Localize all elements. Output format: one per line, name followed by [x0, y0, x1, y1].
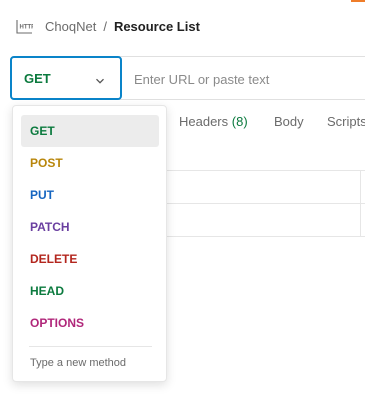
top-accent-bar — [351, 0, 365, 2]
tab-body[interactable]: Body — [274, 114, 304, 129]
table-border-middle — [166, 203, 365, 204]
chevron-down-icon — [95, 74, 105, 84]
url-input[interactable] — [123, 58, 365, 100]
tab-headers-count: (8) — [231, 114, 248, 129]
method-option-put[interactable]: PUT — [21, 179, 159, 211]
method-select[interactable]: GET — [10, 56, 122, 100]
tab-headers[interactable]: Headers (8) — [179, 114, 248, 129]
table-column-divider — [360, 170, 361, 237]
method-option-delete[interactable]: DELETE — [21, 243, 159, 275]
table-border-bottom — [166, 236, 365, 237]
breadcrumb-separator: / — [103, 18, 107, 34]
tab-headers-label: Headers — [179, 114, 229, 129]
method-option-head[interactable]: HEAD — [21, 275, 159, 307]
new-method-input[interactable]: Type a new method — [30, 357, 126, 369]
breadcrumb-parent-link[interactable]: ChoqNet — [45, 19, 96, 34]
tab-scripts[interactable]: Scripts — [327, 114, 365, 129]
breadcrumb: HTTP ChoqNet / Resource List — [16, 16, 200, 36]
breadcrumb-current: Resource List — [113, 18, 200, 34]
method-option-options[interactable]: OPTIONS — [21, 307, 159, 339]
dropdown-divider — [29, 346, 152, 347]
method-option-get[interactable]: GET — [21, 115, 159, 147]
method-select-value: GET — [24, 70, 51, 86]
http-icon: HTTP — [16, 18, 33, 35]
method-option-post[interactable]: POST — [21, 147, 159, 179]
method-dropdown-menu: GET POST PUT PATCH DELETE HEAD OPTIONS T… — [12, 105, 167, 382]
method-option-patch[interactable]: PATCH — [21, 211, 159, 243]
table-border-top — [166, 170, 365, 171]
svg-text:HTTP: HTTP — [20, 24, 34, 30]
